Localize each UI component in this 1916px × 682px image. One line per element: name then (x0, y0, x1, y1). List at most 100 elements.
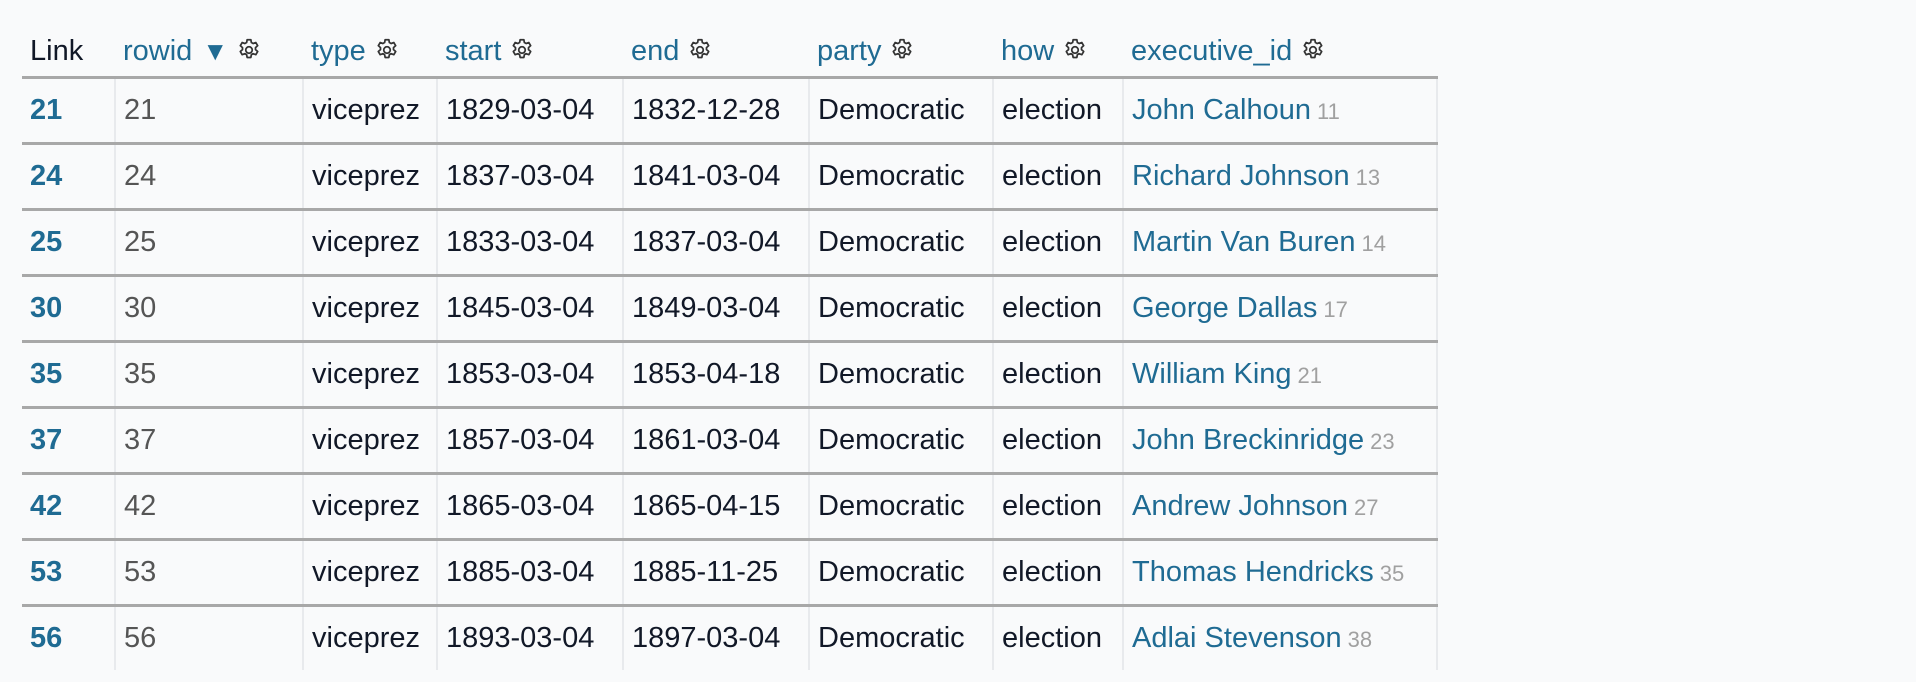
row-link[interactable]: 56 (30, 622, 62, 654)
table-row: 42 42 viceprez 1865-03-04 1865-04-15 Dem… (22, 473, 1438, 541)
cell-how: election (993, 539, 1124, 607)
cell-how: election (993, 341, 1124, 409)
executive-link[interactable]: John Calhoun (1132, 94, 1311, 126)
executive-link[interactable]: Martin Van Buren (1132, 226, 1356, 258)
cell-party: Democratic (809, 77, 994, 145)
cell-party: Democratic (809, 539, 994, 607)
cell-how: election (993, 143, 1124, 211)
cell-end: 1849-03-04 (623, 275, 810, 343)
column-header-end: end (623, 22, 809, 79)
cell-type: viceprez (303, 341, 438, 409)
column-header-executive-id: executive_id (1123, 22, 1437, 79)
column-header-link: Link (22, 22, 115, 79)
executive-link[interactable]: John Breckinridge (1132, 424, 1364, 456)
table-body: 21 21 viceprez 1829-03-04 1832-12-28 Dem… (22, 77, 1438, 670)
cell-how: election (993, 473, 1124, 541)
table-row: 25 25 viceprez 1833-03-04 1837-03-04 Dem… (22, 209, 1438, 277)
cell-executive-id: Andrew Johnson 27 (1123, 473, 1438, 541)
cell-start: 1885-03-04 (437, 539, 624, 607)
row-link[interactable]: 42 (30, 490, 62, 522)
cell-party: Democratic (809, 407, 994, 475)
cell-end: 1865-04-15 (623, 473, 810, 541)
cell-end: 1841-03-04 (623, 143, 810, 211)
cell-link: 42 (22, 473, 116, 541)
column-sort-link[interactable]: party (817, 35, 881, 67)
cell-link: 24 (22, 143, 116, 211)
gear-icon[interactable] (1300, 37, 1326, 63)
row-link[interactable]: 37 (30, 424, 62, 456)
row-link[interactable]: 21 (30, 94, 62, 126)
cell-end: 1853-04-18 (623, 341, 810, 409)
executive-id-value: 17 (1323, 297, 1348, 322)
cell-start: 1833-03-04 (437, 209, 624, 277)
column-sort-link[interactable]: type (311, 35, 366, 67)
sort-descending-icon[interactable]: ▼ (202, 36, 228, 66)
cell-rowid: 35 (115, 341, 304, 409)
table-row: 37 37 viceprez 1857-03-04 1861-03-04 Dem… (22, 407, 1438, 475)
executive-link[interactable]: George Dallas (1132, 292, 1317, 324)
row-link[interactable]: 53 (30, 556, 62, 588)
cell-rowid: 56 (115, 605, 304, 670)
executive-id-value: 14 (1361, 231, 1387, 256)
column-header-type: type (303, 22, 437, 79)
executive-link[interactable]: Thomas Hendricks (1132, 556, 1374, 588)
cell-start: 1853-03-04 (437, 341, 624, 409)
table-row: 24 24 viceprez 1837-03-04 1841-03-04 Dem… (22, 143, 1438, 211)
cell-rowid: 24 (115, 143, 304, 211)
gear-icon[interactable] (236, 37, 262, 63)
gear-icon[interactable] (374, 37, 400, 63)
cell-start: 1845-03-04 (437, 275, 624, 343)
gear-icon[interactable] (509, 37, 535, 63)
cell-link: 30 (22, 275, 116, 343)
executive-id-value: 13 (1355, 165, 1381, 190)
cell-start: 1865-03-04 (437, 473, 624, 541)
gear-icon[interactable] (889, 37, 915, 63)
cell-how: election (993, 275, 1124, 343)
cell-link: 21 (22, 77, 116, 145)
gear-icon[interactable] (1062, 37, 1088, 63)
cell-link: 56 (22, 605, 116, 670)
cell-how: election (993, 209, 1124, 277)
cell-party: Democratic (809, 473, 994, 541)
rows-table: Link rowid ▼ type start end party how ex… (22, 22, 1438, 670)
cell-how: election (993, 605, 1124, 670)
cell-executive-id: Adlai Stevenson 38 (1123, 605, 1438, 670)
cell-rowid: 37 (115, 407, 304, 475)
executive-id-value: 27 (1354, 495, 1379, 520)
cell-executive-id: Martin Van Buren 14 (1123, 209, 1438, 277)
cell-how: election (993, 77, 1124, 145)
column-sort-link[interactable]: start (445, 35, 501, 67)
cell-rowid: 53 (115, 539, 304, 607)
cell-end: 1861-03-04 (623, 407, 810, 475)
cell-link: 35 (22, 341, 116, 409)
cell-type: viceprez (303, 473, 438, 541)
cell-executive-id: George Dallas 17 (1123, 275, 1438, 343)
cell-rowid: 25 (115, 209, 304, 277)
executive-id-value: 21 (1297, 363, 1323, 388)
column-sort-link[interactable]: rowid (123, 35, 192, 67)
row-link[interactable]: 25 (30, 226, 62, 258)
row-link[interactable]: 24 (30, 160, 62, 192)
executive-link[interactable]: Adlai Stevenson (1132, 622, 1342, 654)
executive-link[interactable]: Richard Johnson (1132, 160, 1350, 192)
cell-type: viceprez (303, 77, 438, 145)
cell-executive-id: John Breckinridge 23 (1123, 407, 1438, 475)
table-row: 21 21 viceprez 1829-03-04 1832-12-28 Dem… (22, 77, 1438, 145)
cell-start: 1829-03-04 (437, 77, 624, 145)
executive-link[interactable]: Andrew Johnson (1132, 490, 1348, 522)
row-link[interactable]: 30 (30, 292, 62, 324)
cell-end: 1837-03-04 (623, 209, 810, 277)
cell-start: 1837-03-04 (437, 143, 624, 211)
cell-party: Democratic (809, 275, 994, 343)
executive-id-value: 23 (1370, 429, 1395, 454)
column-sort-link[interactable]: end (631, 35, 679, 67)
gear-icon[interactable] (687, 37, 713, 63)
cell-link: 25 (22, 209, 116, 277)
executive-link[interactable]: William King (1132, 358, 1292, 390)
cell-type: viceprez (303, 539, 438, 607)
row-link[interactable]: 35 (30, 358, 62, 390)
cell-type: viceprez (303, 209, 438, 277)
column-sort-link[interactable]: executive_id (1131, 35, 1292, 67)
column-sort-link[interactable]: how (1001, 35, 1054, 67)
cell-rowid: 21 (115, 77, 304, 145)
